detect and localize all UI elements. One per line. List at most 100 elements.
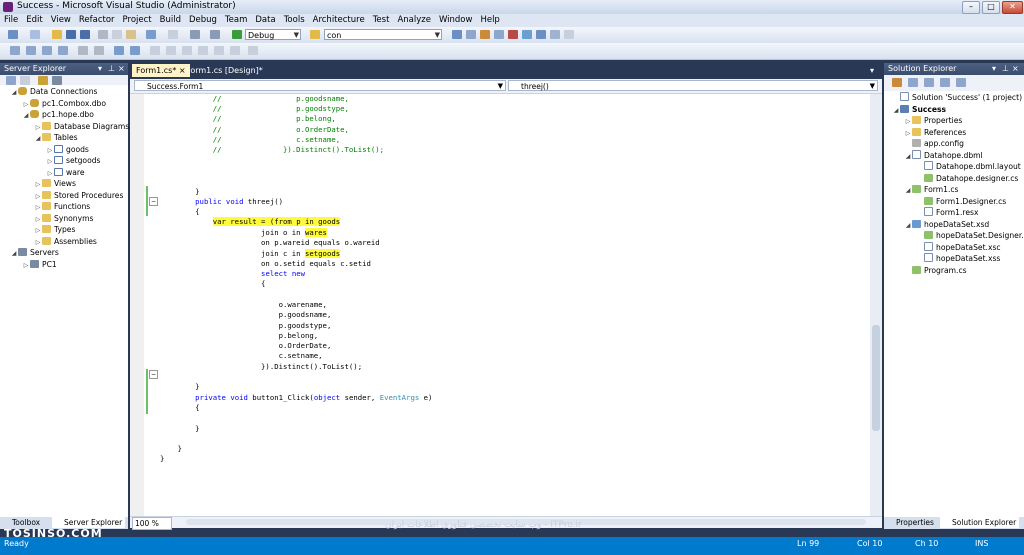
- zoom-combo[interactable]: 100 %: [132, 517, 172, 530]
- server-explorer-toolbar-icon[interactable]: [452, 30, 462, 39]
- tree-item[interactable]: ▷ References: [904, 127, 966, 138]
- expand-arrow-icon[interactable]: ▷: [46, 145, 54, 156]
- tree-item[interactable]: ◢ Datahope.dbml: [904, 149, 983, 161]
- expand-arrow-icon[interactable]: ▷: [34, 122, 42, 133]
- expand-arrow-icon[interactable]: ▷: [34, 214, 42, 225]
- tree-item[interactable]: ◢ hopeDataSet.xsd: [904, 219, 989, 230]
- refresh-icon[interactable]: [6, 76, 16, 85]
- menu-architecture[interactable]: Architecture: [309, 14, 369, 27]
- tree-item[interactable]: ▷ Functions: [34, 201, 90, 212]
- close-panel-icon[interactable]: ×: [1012, 63, 1019, 75]
- tree-item[interactable]: ▷ setgoods: [46, 155, 101, 166]
- display-word-completion-icon[interactable]: [58, 46, 68, 55]
- view-designer-icon[interactable]: [956, 78, 966, 87]
- menu-file[interactable]: File: [0, 14, 22, 27]
- tree-item[interactable]: Form1.Designer.cs: [916, 196, 1006, 207]
- view-code-icon[interactable]: [940, 78, 950, 87]
- tab-form1-cs[interactable]: Form1.cs* ×: [132, 64, 190, 77]
- pin-icon[interactable]: ⊥: [1002, 63, 1009, 75]
- menu-tools[interactable]: Tools: [280, 14, 309, 27]
- collapse-arrow-icon[interactable]: ◢: [904, 220, 912, 231]
- copy-icon[interactable]: [112, 30, 122, 39]
- object-browser-icon[interactable]: [494, 30, 504, 39]
- dropdown-arrow-icon[interactable]: ▾: [98, 63, 102, 75]
- collapse-toggle-icon[interactable]: −: [149, 370, 158, 379]
- solution-explorer-toolbar-icon[interactable]: [466, 30, 476, 39]
- properties-tab[interactable]: Properties: [884, 517, 937, 528]
- display-object-member-list-icon[interactable]: [10, 46, 20, 55]
- close-button[interactable]: ✕: [1002, 1, 1023, 14]
- collapse-arrow-icon[interactable]: ◢: [10, 248, 18, 259]
- type-dropdown[interactable]: Success.Form1 ▼: [134, 80, 506, 91]
- expand-arrow-icon[interactable]: ▷: [34, 191, 42, 202]
- collapse-arrow-icon[interactable]: ◢: [10, 87, 18, 98]
- expand-arrow-icon[interactable]: ▷: [22, 99, 30, 110]
- show-all-files-icon[interactable]: [908, 78, 918, 87]
- tree-item[interactable]: hopeDataSet.Designer.cs: [916, 230, 1024, 241]
- tree-item[interactable]: ▷ ware: [46, 167, 85, 178]
- expand-arrow-icon[interactable]: ▷: [34, 237, 42, 248]
- menu-refactor[interactable]: Refactor: [75, 14, 119, 27]
- new-project-icon[interactable]: [8, 30, 18, 39]
- menu-window[interactable]: Window: [435, 14, 477, 27]
- start-debugging-icon[interactable]: [232, 30, 242, 39]
- menu-team[interactable]: Team: [221, 14, 251, 27]
- connect-to-server-icon[interactable]: [52, 76, 62, 85]
- paste-icon[interactable]: [126, 30, 136, 39]
- expand-arrow-icon[interactable]: ▷: [46, 156, 54, 167]
- decrease-indent-icon[interactable]: [78, 46, 88, 55]
- redo-icon[interactable]: [168, 30, 178, 39]
- next-bookmark-icon[interactable]: [182, 46, 192, 55]
- menu-test[interactable]: Test: [369, 14, 394, 27]
- tree-item[interactable]: ▷ Types: [34, 224, 75, 235]
- maximize-button[interactable]: □: [982, 1, 1000, 14]
- tree-item[interactable]: ▷ Database Diagrams: [34, 121, 129, 132]
- find-in-files-icon[interactable]: [310, 30, 320, 39]
- save-all-icon[interactable]: [80, 30, 90, 39]
- dropdown-arrow-icon[interactable]: ▾: [992, 63, 996, 75]
- tree-item[interactable]: ▷ Stored Procedures: [34, 190, 123, 201]
- expand-arrow-icon[interactable]: ▷: [904, 116, 912, 127]
- tree-item[interactable]: ◢ Form1.cs: [904, 184, 959, 195]
- refresh-icon[interactable]: [924, 78, 934, 87]
- collapse-toggle-icon[interactable]: −: [149, 197, 158, 206]
- tree-item[interactable]: ◢ Data Connections: [10, 86, 97, 97]
- navigate-forward-icon[interactable]: [210, 30, 220, 39]
- toolbar-options-icon[interactable]: [564, 30, 574, 39]
- save-icon[interactable]: [66, 30, 76, 39]
- close-panel-icon[interactable]: ×: [118, 63, 125, 75]
- add-item-icon[interactable]: [30, 30, 40, 39]
- menu-help[interactable]: Help: [476, 14, 503, 27]
- menu-data[interactable]: Data: [251, 14, 279, 27]
- tree-item[interactable]: hopeDataSet.xss: [916, 253, 1000, 264]
- collapse-arrow-icon[interactable]: ◢: [904, 185, 912, 196]
- menu-debug[interactable]: Debug: [185, 14, 221, 27]
- navigate-backward-icon[interactable]: [190, 30, 200, 39]
- menu-project[interactable]: Project: [119, 14, 156, 27]
- expand-arrow-icon[interactable]: ▷: [34, 202, 42, 213]
- connect-to-database-icon[interactable]: [38, 76, 48, 85]
- display-quick-info-icon[interactable]: [42, 46, 52, 55]
- expand-arrow-icon[interactable]: ▷: [34, 179, 42, 190]
- extension-manager-icon[interactable]: [536, 30, 546, 39]
- member-dropdown[interactable]: threej() ▼: [508, 80, 878, 91]
- toolbox-icon[interactable]: [508, 30, 518, 39]
- tab-form1-design[interactable]: Form1.cs [Design]*: [182, 64, 267, 77]
- find-combo[interactable]: con ▼: [324, 29, 442, 40]
- previous-bookmark-icon[interactable]: [166, 46, 176, 55]
- collapse-arrow-icon[interactable]: ◢: [892, 105, 900, 116]
- tree-item[interactable]: ◢ Servers: [10, 247, 59, 258]
- tree-item[interactable]: ▷ Synonyms: [34, 213, 93, 224]
- tree-item[interactable]: ▷ Views: [34, 178, 76, 189]
- tree-item[interactable]: ◢ Success: [892, 104, 946, 115]
- menu-view[interactable]: View: [47, 14, 75, 27]
- tree-item[interactable]: hopeDataSet.xsc: [916, 241, 1001, 253]
- properties-icon[interactable]: [892, 78, 902, 87]
- start-page-icon[interactable]: [522, 30, 532, 39]
- command-window-icon[interactable]: [550, 30, 560, 39]
- undo-icon[interactable]: [146, 30, 156, 39]
- editor-toolbar-options-icon[interactable]: [248, 46, 258, 55]
- properties-toolbar-icon[interactable]: [480, 30, 490, 39]
- expand-arrow-icon[interactable]: ▷: [904, 128, 912, 139]
- code-editor[interactable]: − − // p.goodsname, // p.goodstype, // p…: [130, 94, 870, 516]
